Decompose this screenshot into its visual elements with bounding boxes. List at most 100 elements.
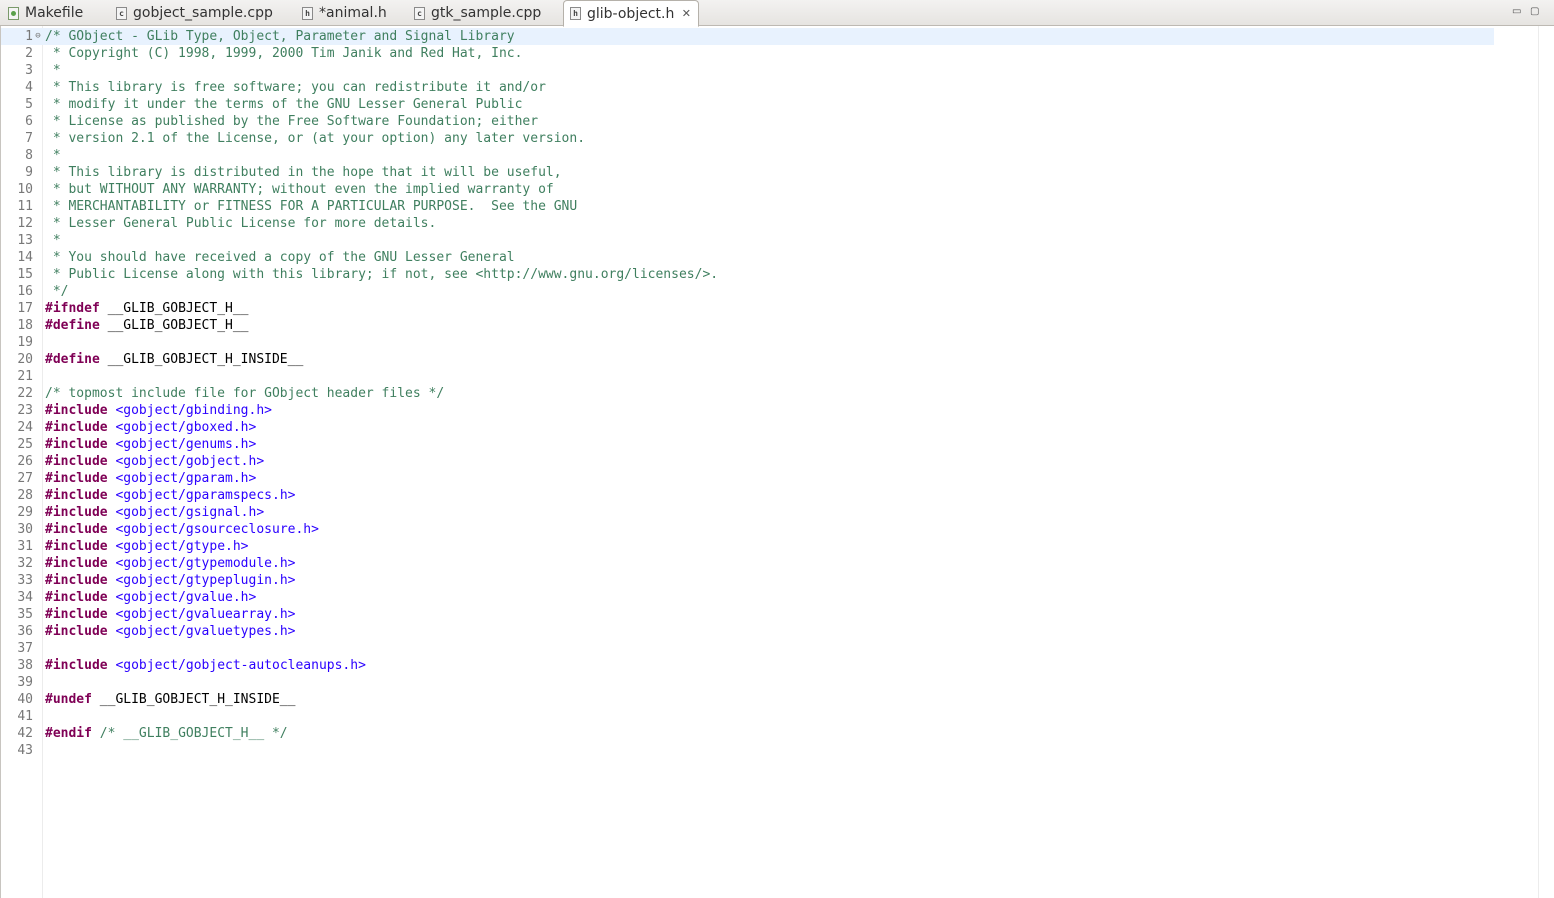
code-text: #include <gobject/genums.h>	[45, 436, 256, 453]
tab-animal-h[interactable]: h *animal.h	[296, 0, 393, 26]
code-text: #endif /* __GLIB_GOBJECT_H__ */	[45, 725, 288, 742]
code-editor[interactable]: 1 ⊖/* GObject - GLib Type, Object, Parame…	[0, 26, 1554, 898]
comment-text: */	[45, 284, 69, 299]
code-text: */	[45, 283, 69, 300]
comment-text: * You should have received a copy of the…	[45, 250, 515, 265]
line-number: 42	[17, 726, 33, 741]
code-text: *	[45, 62, 61, 79]
preprocessor-directive: #define	[45, 318, 100, 333]
include-path: <gobject/gparam.h>	[115, 471, 257, 486]
line-number: 3	[25, 63, 33, 78]
comment-text: * version 2.1 of the License, or (at you…	[45, 131, 586, 146]
maximize-icon[interactable]: ▢	[1530, 6, 1539, 17]
line-number: 28	[17, 488, 33, 503]
code-text: #include <gobject/gparam.h>	[45, 470, 256, 487]
preprocessor-directive: #include	[45, 573, 108, 588]
line-number: 39	[17, 675, 33, 690]
overview-ruler[interactable]	[1538, 26, 1554, 898]
tab-label: Makefile	[25, 5, 84, 21]
preprocessor-directive: #include	[45, 607, 108, 622]
line-number: 11	[17, 199, 33, 214]
line-number: 10	[17, 182, 33, 197]
preprocessor-directive: #include	[45, 420, 108, 435]
fold-collapse-icon[interactable]: ⊖	[33, 28, 43, 45]
preprocessor-directive: #ifndef	[45, 301, 100, 316]
line-number: 37	[17, 641, 33, 656]
code-text: #include <gobject/gobject-autocleanups.h…	[45, 657, 366, 674]
line-number: 40	[17, 692, 33, 707]
tab-label: gobject_sample.cpp	[133, 5, 273, 21]
editor-tab-bar: Makefile c gobject_sample.cpp h *animal.h c gt…	[0, 0, 1554, 27]
header-file-icon: h	[302, 6, 313, 20]
line-number: 31	[17, 539, 33, 554]
comment-text: * but WITHOUT ANY WARRANTY; without even…	[45, 182, 554, 197]
code-text: * Public License along with this library…	[45, 266, 718, 283]
line-number: 24	[17, 420, 33, 435]
tab-gobject-sample-cpp[interactable]: c gobject_sample.cpp	[110, 0, 279, 26]
preprocessor-directive: #include	[45, 403, 108, 418]
comment-text: /* topmost include file for GObject head…	[45, 386, 445, 401]
code-text: * You should have received a copy of the…	[45, 249, 515, 266]
code-text: #include <gobject/gbinding.h>	[45, 402, 272, 419]
code-text: #define __GLIB_GOBJECT_H__	[45, 317, 249, 334]
preprocessor-directive: #include	[45, 624, 108, 639]
code-text: * This library is free software; you can…	[45, 79, 546, 96]
comment-text: * Lesser General Public License for more…	[45, 216, 437, 231]
line-number: 1	[25, 29, 33, 44]
line-number: 29	[17, 505, 33, 520]
tab-makefile[interactable]: Makefile	[2, 0, 89, 26]
tab-gtk-sample-cpp[interactable]: c gtk_sample.cpp	[408, 0, 547, 26]
line-number: 7	[25, 131, 33, 146]
line-number: 2	[25, 46, 33, 61]
preprocessor-directive: #include	[45, 658, 108, 673]
include-path: <gobject/gtype.h>	[115, 539, 249, 554]
include-path: <gobject/gtypeplugin.h>	[115, 573, 296, 588]
makefile-icon	[8, 6, 19, 20]
code-text: #include <gobject/gvaluearray.h>	[45, 606, 295, 623]
line-number: 19	[17, 335, 33, 350]
line-number: 36	[17, 624, 33, 639]
line-number: 4	[25, 80, 33, 95]
code-text: #include <gobject/gobject.h>	[45, 453, 264, 470]
preprocessor-directive: #include	[45, 505, 108, 520]
preprocessor-directive: #endif	[45, 726, 92, 741]
line-number: 16	[17, 284, 33, 299]
code-text: * modify it under the terms of the GNU L…	[45, 96, 523, 113]
code-text: *	[45, 147, 61, 164]
line-number: 43	[17, 743, 33, 758]
code-text: #include <gobject/gsourceclosure.h>	[45, 521, 319, 538]
preprocessor-directive: #include	[45, 471, 108, 486]
comment-text: * MERCHANTABILITY or FITNESS FOR A PARTI…	[45, 199, 578, 214]
tab-glib-object-h[interactable]: h glib-object.h ✕	[563, 0, 700, 27]
line-number: 18	[17, 318, 33, 333]
line-number: 35	[17, 607, 33, 622]
line-number: 17	[17, 301, 33, 316]
line-number: 30	[17, 522, 33, 537]
code-line[interactable]: 1 ⊖/* GObject - GLib Type, Object, Parame…	[1, 28, 1494, 45]
line-number: 21	[17, 369, 33, 384]
include-path: <gobject/gboxed.h>	[115, 420, 257, 435]
preprocessor-directive: #include	[45, 522, 108, 537]
minimize-icon[interactable]: ▭	[1512, 6, 1521, 17]
preprocessor-directive: #undef	[45, 692, 92, 707]
code-text: #include <gobject/gsignal.h>	[45, 504, 264, 521]
comment-text: *	[45, 233, 61, 248]
header-file-icon: h	[570, 7, 581, 20]
comment-text: * This library is free software; you can…	[45, 80, 546, 95]
code-text: *	[45, 232, 61, 249]
line-number: 9	[25, 165, 33, 180]
comment-text: * Public License along with this library…	[45, 267, 719, 282]
include-path: <gobject/gtypemodule.h>	[115, 556, 296, 571]
close-tab-icon[interactable]: ✕	[680, 7, 692, 20]
include-path: <gobject/gsignal.h>	[115, 505, 265, 520]
line-number: 22	[17, 386, 33, 401]
line-number: 38	[17, 658, 33, 673]
preprocessor-directive: #include	[45, 437, 108, 452]
comment-text: *	[45, 148, 61, 163]
tab-label: *animal.h	[319, 5, 387, 21]
include-path: <gobject/gbinding.h>	[115, 403, 272, 418]
preprocessor-directive: #include	[45, 488, 108, 503]
comment-text: * This library is distributed in the hop…	[45, 165, 562, 180]
code-text: #include <gobject/gtype.h>	[45, 538, 249, 555]
